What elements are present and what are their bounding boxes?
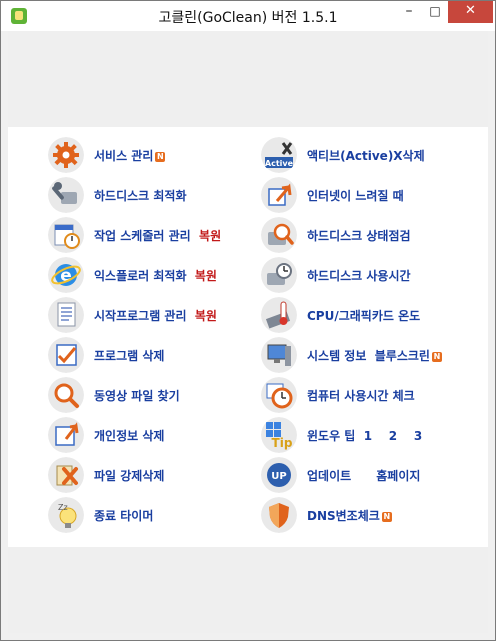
- new-badge: N: [155, 151, 166, 162]
- delete-file-icon: [48, 457, 84, 493]
- menu-label: 시작프로그램 관리: [94, 309, 187, 323]
- menu-label: 종료 타이머: [94, 509, 154, 523]
- gear-icon: [48, 137, 84, 173]
- checklist-icon: [48, 337, 84, 373]
- tip-icon: Tip: [261, 417, 297, 453]
- tip-icon-text: Tip: [272, 436, 293, 450]
- ie-icon: e: [48, 257, 84, 293]
- menu-label: 컴퓨터 사용시간 체크: [307, 389, 415, 403]
- menu-label: 작업 스케줄러 관리: [94, 229, 191, 243]
- restore-link[interactable]: 복원: [195, 309, 217, 323]
- menu-label: 파일 강제삭제: [94, 469, 165, 483]
- menu-label: 업데이트: [307, 469, 352, 483]
- update-icon-text: UP: [271, 471, 286, 482]
- menu-label: 하드디스크 상태점검: [307, 229, 411, 243]
- menu-panel: 서비스 관리 N 하드디스크 최적화 작업 스케줄러 관리 복원 e 익스플로러…: [8, 127, 488, 547]
- maximize-button[interactable]: □: [422, 1, 448, 23]
- restore-link[interactable]: 복원: [199, 229, 221, 243]
- computer-icon: [261, 337, 297, 373]
- tip-link-1[interactable]: 1: [364, 429, 372, 443]
- shield-icon: [261, 497, 297, 533]
- menu-label: 익스플로러 최적화: [94, 269, 187, 283]
- temperature-icon: [261, 297, 297, 333]
- minimize-button[interactable]: –: [396, 1, 422, 23]
- sleep-bulb-icon: Zz: [48, 497, 84, 533]
- privacy-icon: [48, 417, 84, 453]
- new-badge: N: [381, 511, 392, 522]
- tip-link-3[interactable]: 3: [414, 429, 422, 443]
- menu-label: CPU/그래픽카드 온도: [307, 309, 421, 323]
- tip-link-2[interactable]: 2: [389, 429, 397, 443]
- menu-label: 하드디스크 사용시간: [307, 269, 411, 283]
- activex-icon: Active: [261, 137, 297, 173]
- scheduler-icon: [48, 217, 84, 253]
- wrench-disk-icon: [48, 177, 84, 213]
- internet-icon: [261, 177, 297, 213]
- document-icon: [48, 297, 84, 333]
- update-icon: UP: [261, 457, 297, 493]
- title-bar: 고클린(GoClean) 버전 1.5.1 – □ ✕: [1, 1, 495, 31]
- close-button[interactable]: ✕: [448, 1, 493, 23]
- menu-label: 서비스 관리: [94, 149, 154, 163]
- svg-text:Zz: Zz: [58, 503, 68, 512]
- menu-label: 시스템 정보: [307, 349, 367, 363]
- new-badge: N: [431, 351, 442, 362]
- menu-label: 인터넷이 느려질 때: [307, 189, 404, 203]
- menu-label: 하드디스크 최적화: [94, 189, 187, 203]
- menu-label: 윈도우 팁: [307, 429, 356, 443]
- menu-label: 프로그램 삭제: [94, 349, 165, 363]
- disk-time-icon: [261, 257, 297, 293]
- restore-link[interactable]: 복원: [195, 269, 217, 283]
- bluescreen-link[interactable]: 블루스크린: [375, 349, 430, 363]
- bottom-area: [8, 547, 488, 633]
- menu-label: 개인정보 삭제: [94, 429, 165, 443]
- menu-label: 액티브(Active)X삭제: [307, 149, 425, 163]
- menu-label: 동영상 파일 찾기: [94, 389, 180, 403]
- menu-label: DNS변조체크: [307, 509, 380, 523]
- disk-check-icon: [261, 217, 297, 253]
- homepage-link[interactable]: 홈페이지: [376, 469, 420, 483]
- app-window: 고클린(GoClean) 버전 1.5.1 – □ ✕ 서비스 관리 N 하드디…: [0, 0, 496, 641]
- magnifier-icon: [48, 377, 84, 413]
- top-banner-area: [8, 31, 488, 127]
- clock-icon: [261, 377, 297, 413]
- activex-icon-text: Active: [265, 159, 294, 168]
